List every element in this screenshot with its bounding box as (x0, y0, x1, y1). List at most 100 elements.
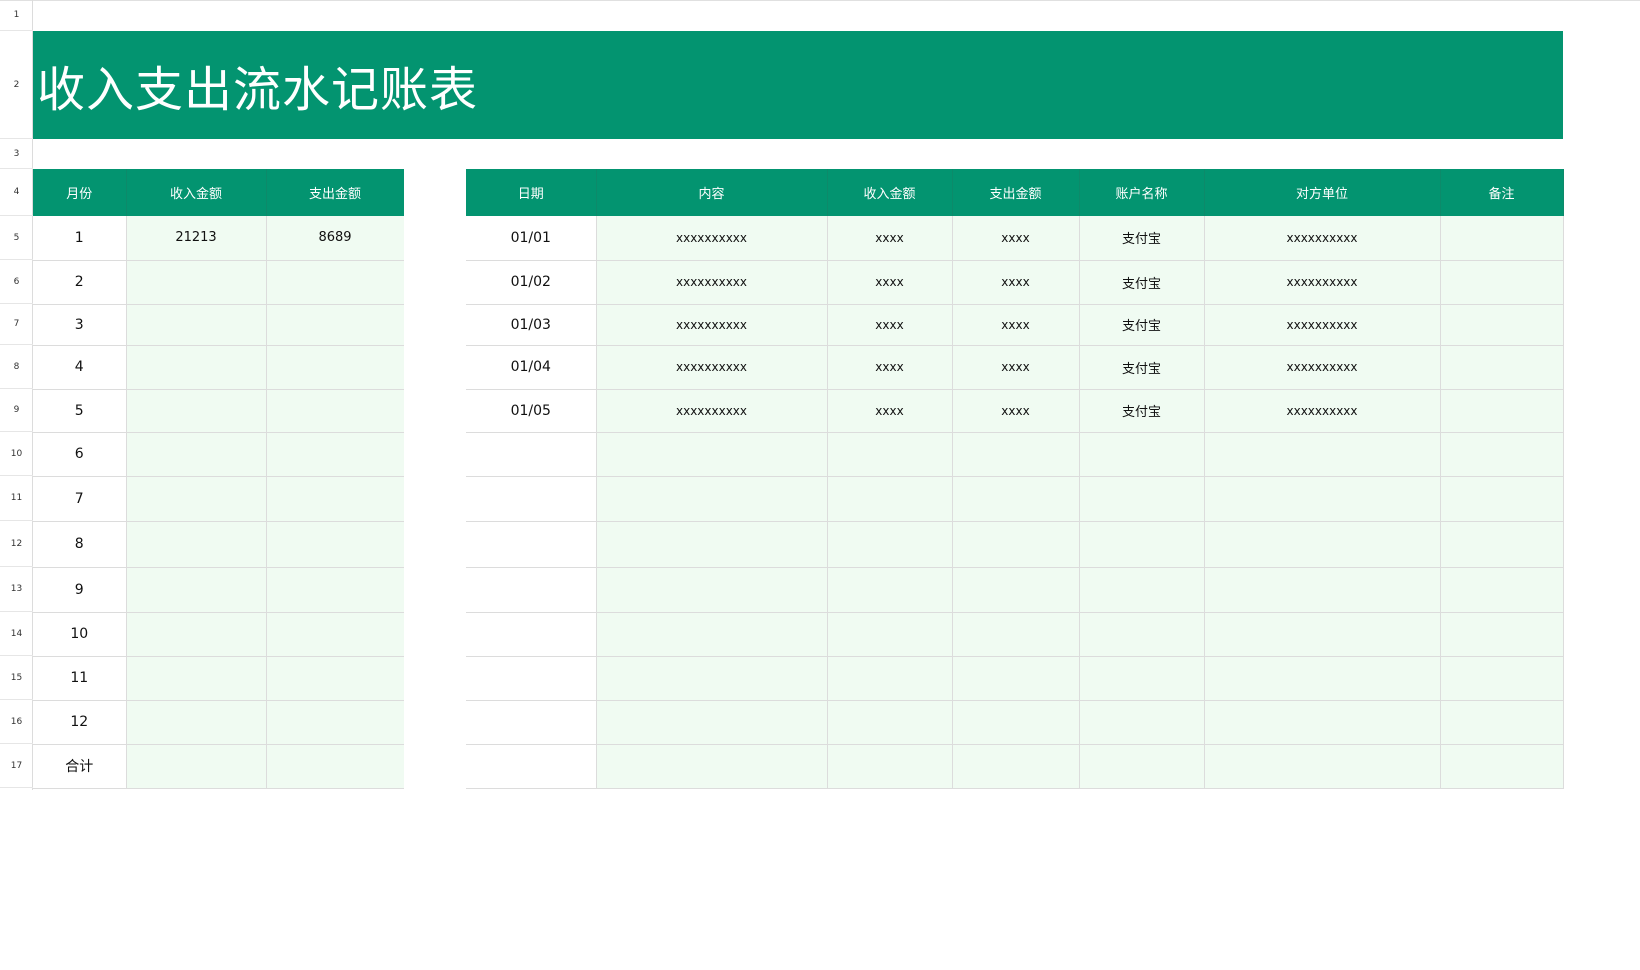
ledger-cell[interactable]: xxxxxxxxxx (596, 345, 828, 390)
ledger-cell[interactable]: xxxxxxxxxx (1204, 260, 1441, 305)
ledger-cell[interactable]: 支付宝 (1079, 260, 1205, 305)
summary-cell[interactable] (266, 304, 405, 346)
row-number[interactable]: 8 (0, 345, 33, 389)
ledger-cell[interactable] (1204, 744, 1441, 789)
ledger-header-cell[interactable]: 日期 (466, 169, 597, 216)
summary-cell[interactable] (266, 744, 405, 789)
summary-cell[interactable] (126, 744, 267, 789)
ledger-cell[interactable]: 01/01 (466, 216, 597, 261)
ledger-cell[interactable]: xxxxxxxxxx (1204, 216, 1441, 261)
summary-cell[interactable]: 合计 (33, 744, 127, 789)
ledger-cell[interactable] (466, 700, 597, 745)
ledger-cell[interactable] (596, 567, 828, 613)
ledger-cell[interactable] (1204, 612, 1441, 657)
ledger-cell[interactable] (1440, 521, 1564, 568)
ledger-cell[interactable] (952, 476, 1080, 522)
row-number[interactable]: 6 (0, 260, 33, 304)
row-number[interactable]: 5 (0, 216, 33, 260)
ledger-cell[interactable] (952, 521, 1080, 568)
ledger-cell[interactable]: xxxxxxxxxx (596, 389, 828, 433)
ledger-cell[interactable] (1440, 700, 1564, 745)
ledger-cell[interactable] (952, 567, 1080, 613)
ledger-cell[interactable]: xxxx (827, 304, 953, 346)
ledger-cell[interactable] (1079, 432, 1205, 477)
row-number[interactable]: 2 (0, 31, 33, 139)
ledger-cell[interactable] (1440, 304, 1564, 346)
ledger-cell[interactable]: 01/03 (466, 304, 597, 346)
ledger-cell[interactable] (466, 656, 597, 701)
ledger-cell[interactable]: xxxxxxxxxx (596, 304, 828, 346)
ledger-cell[interactable] (596, 700, 828, 745)
summary-cell[interactable]: 8 (33, 521, 127, 568)
row-number[interactable]: 12 (0, 521, 33, 567)
ledger-cell[interactable] (827, 476, 953, 522)
row-number[interactable]: 3 (0, 139, 33, 169)
row-number[interactable]: 13 (0, 567, 33, 612)
summary-cell[interactable]: 2 (33, 260, 127, 305)
summary-cell[interactable] (126, 567, 267, 613)
ledger-cell[interactable]: 支付宝 (1079, 304, 1205, 346)
ledger-cell[interactable]: xxxx (952, 345, 1080, 390)
ledger-cell[interactable]: xxxx (952, 304, 1080, 346)
summary-header-cell[interactable]: 收入金额 (126, 169, 267, 216)
summary-cell[interactable]: 12 (33, 700, 127, 745)
ledger-cell[interactable]: xxxxxxxxxx (1204, 389, 1441, 433)
ledger-cell[interactable] (1440, 389, 1564, 433)
summary-cell[interactable] (126, 260, 267, 305)
ledger-cell[interactable]: xxxx (827, 389, 953, 433)
summary-cell[interactable] (126, 612, 267, 657)
ledger-cell[interactable] (1440, 744, 1564, 789)
summary-cell[interactable] (126, 656, 267, 701)
summary-cell[interactable] (266, 521, 405, 568)
ledger-cell[interactable] (1204, 521, 1441, 568)
summary-cell[interactable]: 8689 (266, 216, 405, 261)
summary-cell[interactable] (126, 521, 267, 568)
ledger-cell[interactable] (827, 700, 953, 745)
ledger-cell[interactable] (1440, 260, 1564, 305)
ledger-cell[interactable]: xxxxxxxxxx (596, 216, 828, 261)
row-number[interactable]: 14 (0, 612, 33, 656)
ledger-cell[interactable] (1204, 432, 1441, 477)
summary-cell[interactable] (126, 432, 267, 477)
ledger-cell[interactable] (952, 432, 1080, 477)
ledger-cell[interactable] (1204, 476, 1441, 522)
ledger-cell[interactable]: 01/04 (466, 345, 597, 390)
row-number[interactable]: 16 (0, 700, 33, 744)
ledger-cell[interactable]: 01/02 (466, 260, 597, 305)
ledger-cell[interactable]: xxxx (827, 216, 953, 261)
ledger-cell[interactable] (1204, 700, 1441, 745)
ledger-cell[interactable] (596, 612, 828, 657)
row-number[interactable]: 15 (0, 656, 33, 700)
ledger-cell[interactable] (1440, 432, 1564, 477)
summary-header-cell[interactable]: 月份 (33, 169, 127, 216)
ledger-cell[interactable] (1079, 656, 1205, 701)
row-number[interactable]: 10 (0, 432, 33, 476)
ledger-cell[interactable] (1204, 567, 1441, 613)
ledger-cell[interactable] (827, 567, 953, 613)
summary-cell[interactable]: 1 (33, 216, 127, 261)
ledger-cell[interactable] (596, 744, 828, 789)
ledger-cell[interactable] (827, 612, 953, 657)
ledger-cell[interactable] (827, 521, 953, 568)
summary-cell[interactable] (126, 389, 267, 433)
summary-cell[interactable] (126, 345, 267, 390)
summary-cell[interactable] (266, 345, 405, 390)
ledger-cell[interactable] (1440, 567, 1564, 613)
ledger-cell[interactable] (596, 521, 828, 568)
title-banner[interactable]: 收入支出流水记账表 (33, 31, 1563, 139)
ledger-cell[interactable] (596, 656, 828, 701)
ledger-cell[interactable]: xxxx (827, 260, 953, 305)
summary-cell[interactable] (266, 389, 405, 433)
summary-cell[interactable]: 6 (33, 432, 127, 477)
summary-cell[interactable]: 11 (33, 656, 127, 701)
ledger-cell[interactable] (466, 521, 597, 568)
ledger-cell[interactable] (952, 700, 1080, 745)
ledger-cell[interactable]: xxxx (952, 389, 1080, 433)
ledger-cell[interactable] (1079, 700, 1205, 745)
ledger-cell[interactable] (952, 656, 1080, 701)
summary-cell[interactable]: 7 (33, 476, 127, 522)
ledger-cell[interactable]: 支付宝 (1079, 216, 1205, 261)
ledger-cell[interactable]: 支付宝 (1079, 345, 1205, 390)
ledger-cell[interactable]: 01/05 (466, 389, 597, 433)
summary-cell[interactable] (126, 700, 267, 745)
